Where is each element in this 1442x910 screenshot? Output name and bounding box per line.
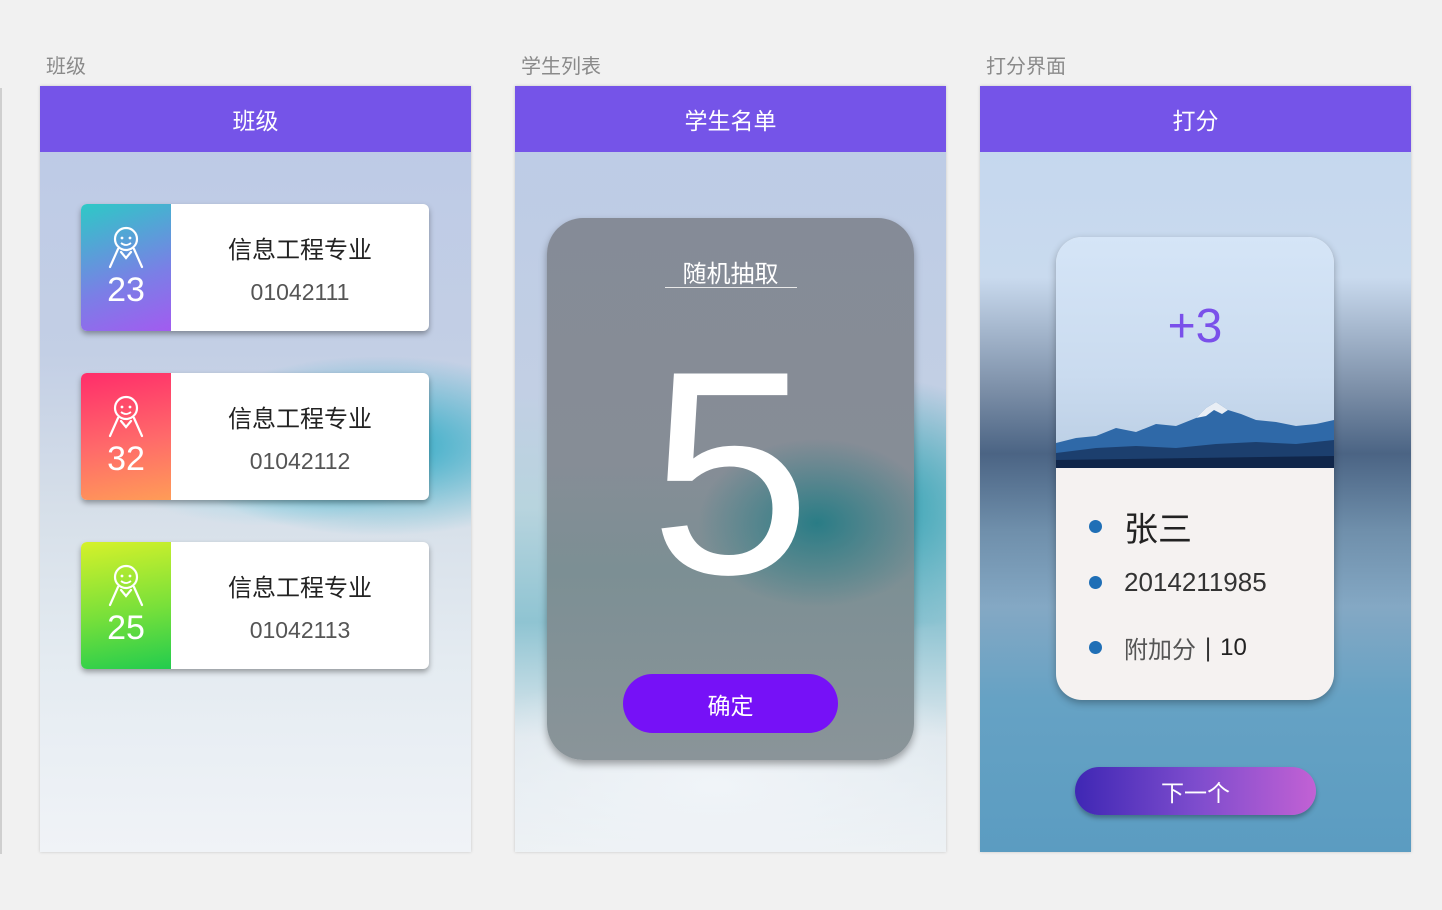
- class-card[interactable]: 23 信息工程专业 01042111: [81, 204, 429, 331]
- confirm-button[interactable]: 确定: [623, 674, 838, 733]
- title-underline: [665, 287, 797, 288]
- bullet-icon: [1089, 520, 1102, 533]
- nav-bar: 打分: [980, 86, 1411, 152]
- bonus-separator: |: [1204, 633, 1213, 662]
- drawn-number: 5: [649, 311, 812, 635]
- class-code: 01042111: [250, 279, 350, 305]
- bonus-label: 附加分: [1124, 636, 1196, 664]
- student-count: 32: [107, 440, 145, 478]
- class-name: 信息工程专业: [228, 574, 372, 602]
- class-card[interactable]: 25 信息工程专业 01042113: [81, 542, 429, 669]
- nav-bar: 班级: [40, 86, 471, 152]
- draw-title: 随机抽取: [682, 260, 779, 288]
- score-value: +3: [1167, 300, 1223, 353]
- class-name: 信息工程专业: [228, 236, 372, 264]
- class-badge: 23: [81, 204, 171, 331]
- bonus-value: 10: [1220, 633, 1247, 661]
- bonus-row: 附加分 | 10: [1089, 630, 1247, 665]
- classes-screen: 班级 23 信息工程专业 01042111 32 信息工程专业 01042112…: [40, 86, 471, 852]
- bullet-icon: [1089, 641, 1102, 654]
- mountain-image: +3: [1056, 237, 1334, 468]
- nav-title: 班级: [232, 109, 279, 135]
- frame-caption-classes: 班级: [46, 54, 86, 78]
- student-list-screen: 学生名单 随机抽取 5 确定: [515, 86, 946, 852]
- student-count: 23: [107, 271, 145, 309]
- class-code: 01042113: [249, 617, 351, 643]
- class-name: 信息工程专业: [228, 405, 372, 433]
- class-card[interactable]: 32 信息工程专业 01042112: [81, 373, 429, 500]
- scoring-screen: 打分 +3 张三 2014211985 附加分 | 10 下一个: [980, 86, 1411, 852]
- nav-title: 学生名单: [684, 109, 777, 135]
- student-name: 张三: [1124, 510, 1192, 550]
- score-card: +3 张三 2014211985 附加分 | 10: [1056, 237, 1334, 700]
- frame-caption-student-list: 学生列表: [521, 54, 601, 78]
- next-button[interactable]: 下一个: [1075, 767, 1316, 815]
- person-icon: [108, 395, 144, 438]
- person-icon: [108, 564, 144, 607]
- student-count: 25: [107, 609, 145, 647]
- class-badge: 25: [81, 542, 171, 669]
- person-icon: [108, 226, 144, 269]
- bullet-icon: [1089, 576, 1102, 589]
- random-draw-card: 随机抽取 5 确定: [547, 218, 914, 760]
- adjacent-frame-edge: [0, 88, 2, 854]
- student-id-row: 2014211985: [1089, 567, 1267, 598]
- nav-bar: 学生名单: [515, 86, 946, 152]
- mountain-icon: [1056, 402, 1334, 468]
- class-code: 01042112: [249, 448, 351, 474]
- nav-title: 打分: [1172, 109, 1219, 135]
- student-id: 2014211985: [1124, 567, 1267, 597]
- student-name-row: 张三: [1089, 502, 1192, 551]
- frame-caption-scoring: 打分界面: [986, 54, 1066, 78]
- class-badge: 32: [81, 373, 171, 500]
